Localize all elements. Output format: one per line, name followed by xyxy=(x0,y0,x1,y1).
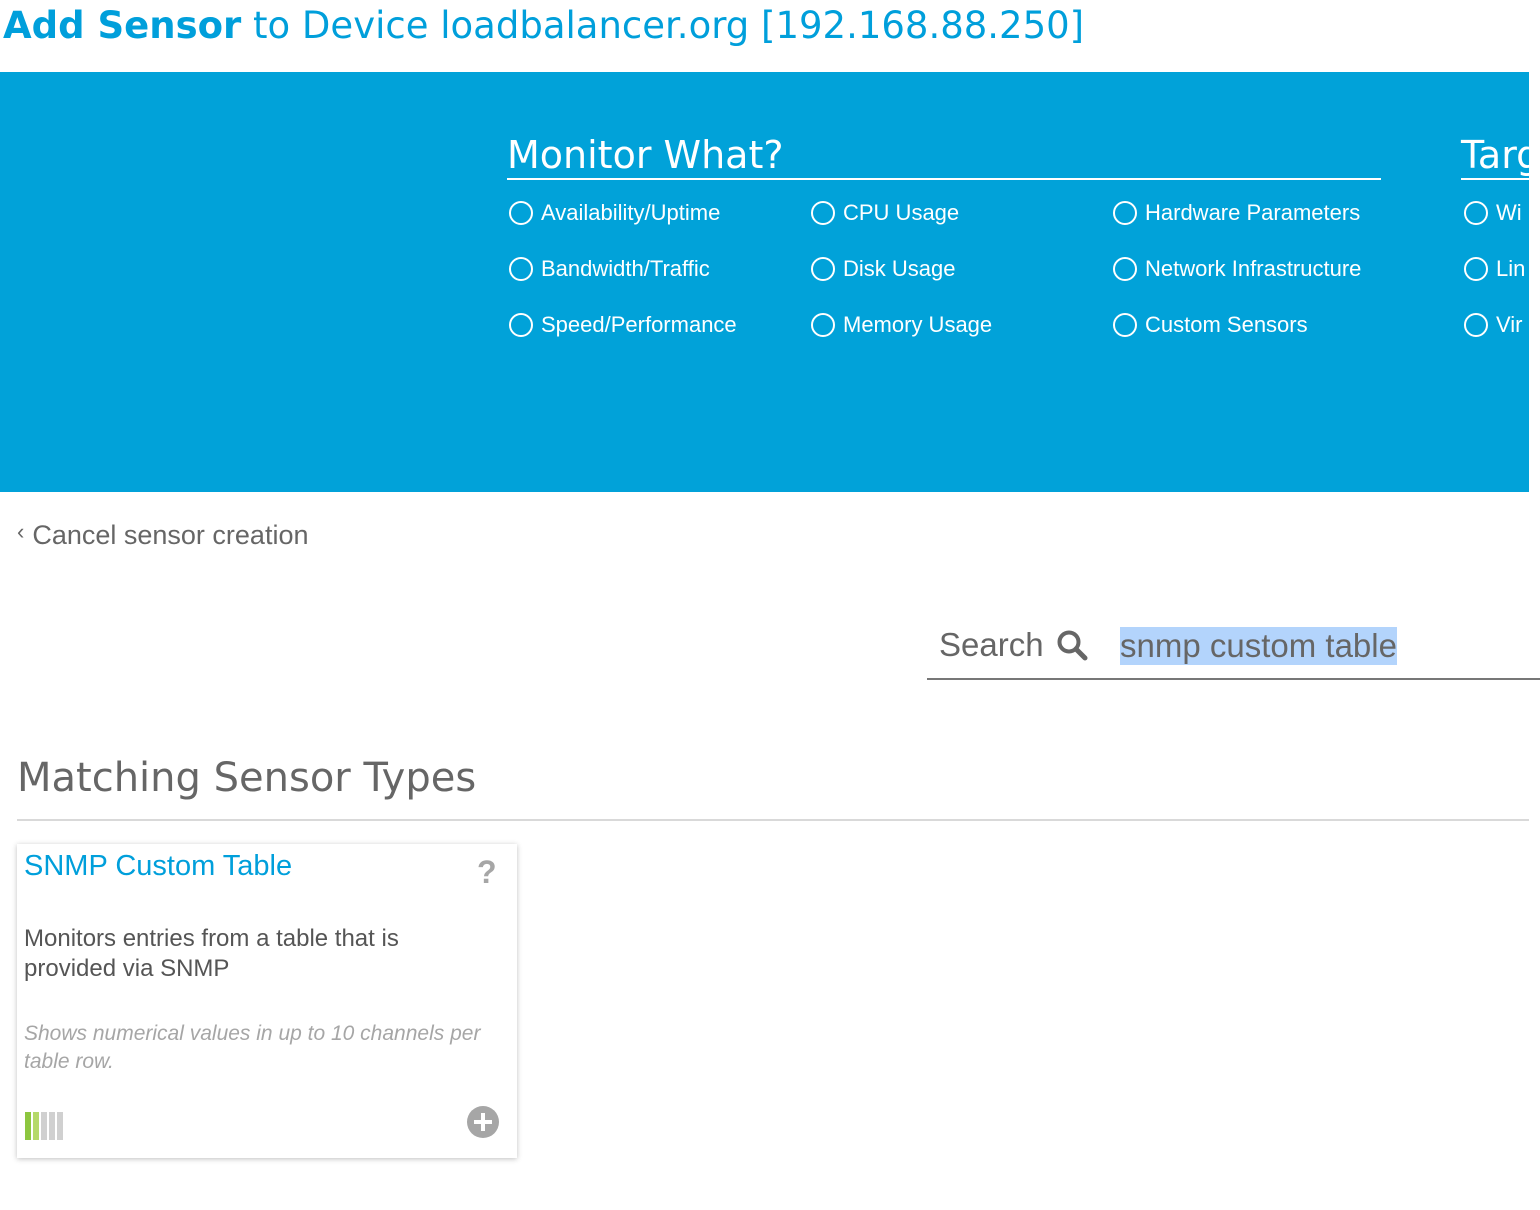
performance-bar xyxy=(25,1112,31,1140)
option-availability-uptime[interactable]: Availability/Uptime xyxy=(509,200,720,226)
matching-sensor-types-title: Matching Sensor Types xyxy=(17,755,477,801)
page-title-bold: Add Sensor xyxy=(3,4,242,47)
option-target-virtual[interactable]: Vir xyxy=(1464,312,1523,338)
radio-icon[interactable] xyxy=(811,313,835,337)
page-title-rest: to Device xyxy=(253,4,429,47)
option-target-linux[interactable]: Lin xyxy=(1464,256,1525,282)
search-input[interactable] xyxy=(1120,624,1540,668)
performance-bar xyxy=(49,1112,55,1140)
page-title: Add Sensor to Device loadbalancer.org [1… xyxy=(3,6,1084,46)
performance-impact-bars xyxy=(25,1112,63,1140)
option-label: Disk Usage xyxy=(843,256,956,281)
option-cpu-usage[interactable]: CPU Usage xyxy=(811,200,959,226)
option-label: Vir xyxy=(1496,312,1523,337)
add-sensor-icon[interactable] xyxy=(467,1106,499,1138)
sensor-card-snmp-custom-table[interactable]: SNMP Custom Table ? Monitors entries fro… xyxy=(17,844,517,1158)
chevron-left-icon: ‹ xyxy=(17,518,25,544)
add-sensor-page: Add Sensor to Device loadbalancer.org [1… xyxy=(0,0,1540,1210)
section-divider xyxy=(17,819,1529,821)
radio-icon[interactable] xyxy=(509,313,533,337)
radio-icon[interactable] xyxy=(1464,313,1488,337)
radio-icon[interactable] xyxy=(1113,201,1137,225)
radio-icon[interactable] xyxy=(1464,201,1488,225)
monitor-what-title: Monitor What? xyxy=(507,133,784,177)
performance-bar xyxy=(41,1112,47,1140)
option-target-windows[interactable]: Wi xyxy=(1464,200,1522,226)
sensor-card-note: Shows numerical values in up to 10 chann… xyxy=(24,1022,481,1073)
option-hardware-parameters[interactable]: Hardware Parameters xyxy=(1113,200,1360,226)
option-label: Hardware Parameters xyxy=(1145,200,1361,225)
device-name: loadbalancer.org [192.168.88.250] xyxy=(440,4,1085,47)
option-disk-usage[interactable]: Disk Usage xyxy=(811,256,955,282)
sensor-card-title[interactable]: SNMP Custom Table xyxy=(24,850,292,883)
option-label: CPU Usage xyxy=(843,200,960,225)
performance-bar xyxy=(57,1112,63,1140)
option-label: Wi xyxy=(1496,200,1522,225)
filter-banner: Monitor What? Availability/Uptime Bandwi… xyxy=(0,72,1529,492)
option-label: Lin xyxy=(1496,256,1526,281)
option-label: Network Infrastructure xyxy=(1145,256,1362,281)
search-icon[interactable] xyxy=(1056,629,1088,661)
option-label: Availability/Uptime xyxy=(541,200,721,225)
search-label-group: Search xyxy=(939,626,1088,664)
radio-icon[interactable] xyxy=(811,257,835,281)
option-label: Custom Sensors xyxy=(1145,312,1308,337)
monitor-what-divider xyxy=(507,178,1381,180)
cancel-sensor-creation-link[interactable]: ‹ Cancel sensor creation xyxy=(17,518,309,551)
option-label: Memory Usage xyxy=(843,312,993,337)
option-custom-sensors[interactable]: Custom Sensors xyxy=(1113,312,1308,338)
search-bar: Search xyxy=(927,618,1540,680)
target-system-title: Targ xyxy=(1461,133,1529,177)
option-label: Bandwidth/Traffic xyxy=(541,256,710,281)
option-network-infrastructure[interactable]: Network Infrastructure xyxy=(1113,256,1361,282)
radio-icon[interactable] xyxy=(1113,257,1137,281)
option-label: Speed/Performance xyxy=(541,312,737,337)
radio-icon[interactable] xyxy=(509,201,533,225)
search-label: Search xyxy=(939,626,1044,663)
sensor-card-description: Monitors entries from a table that is pr… xyxy=(24,925,399,982)
radio-icon[interactable] xyxy=(509,257,533,281)
target-system-divider xyxy=(1461,178,1529,180)
performance-bar xyxy=(33,1112,39,1140)
radio-icon[interactable] xyxy=(811,201,835,225)
radio-icon[interactable] xyxy=(1464,257,1488,281)
help-icon[interactable]: ? xyxy=(477,854,497,891)
radio-icon[interactable] xyxy=(1113,313,1137,337)
cancel-label: Cancel sensor creation xyxy=(32,520,309,550)
option-memory-usage[interactable]: Memory Usage xyxy=(811,312,992,338)
option-bandwidth-traffic[interactable]: Bandwidth/Traffic xyxy=(509,256,710,282)
option-speed-performance[interactable]: Speed/Performance xyxy=(509,312,737,338)
